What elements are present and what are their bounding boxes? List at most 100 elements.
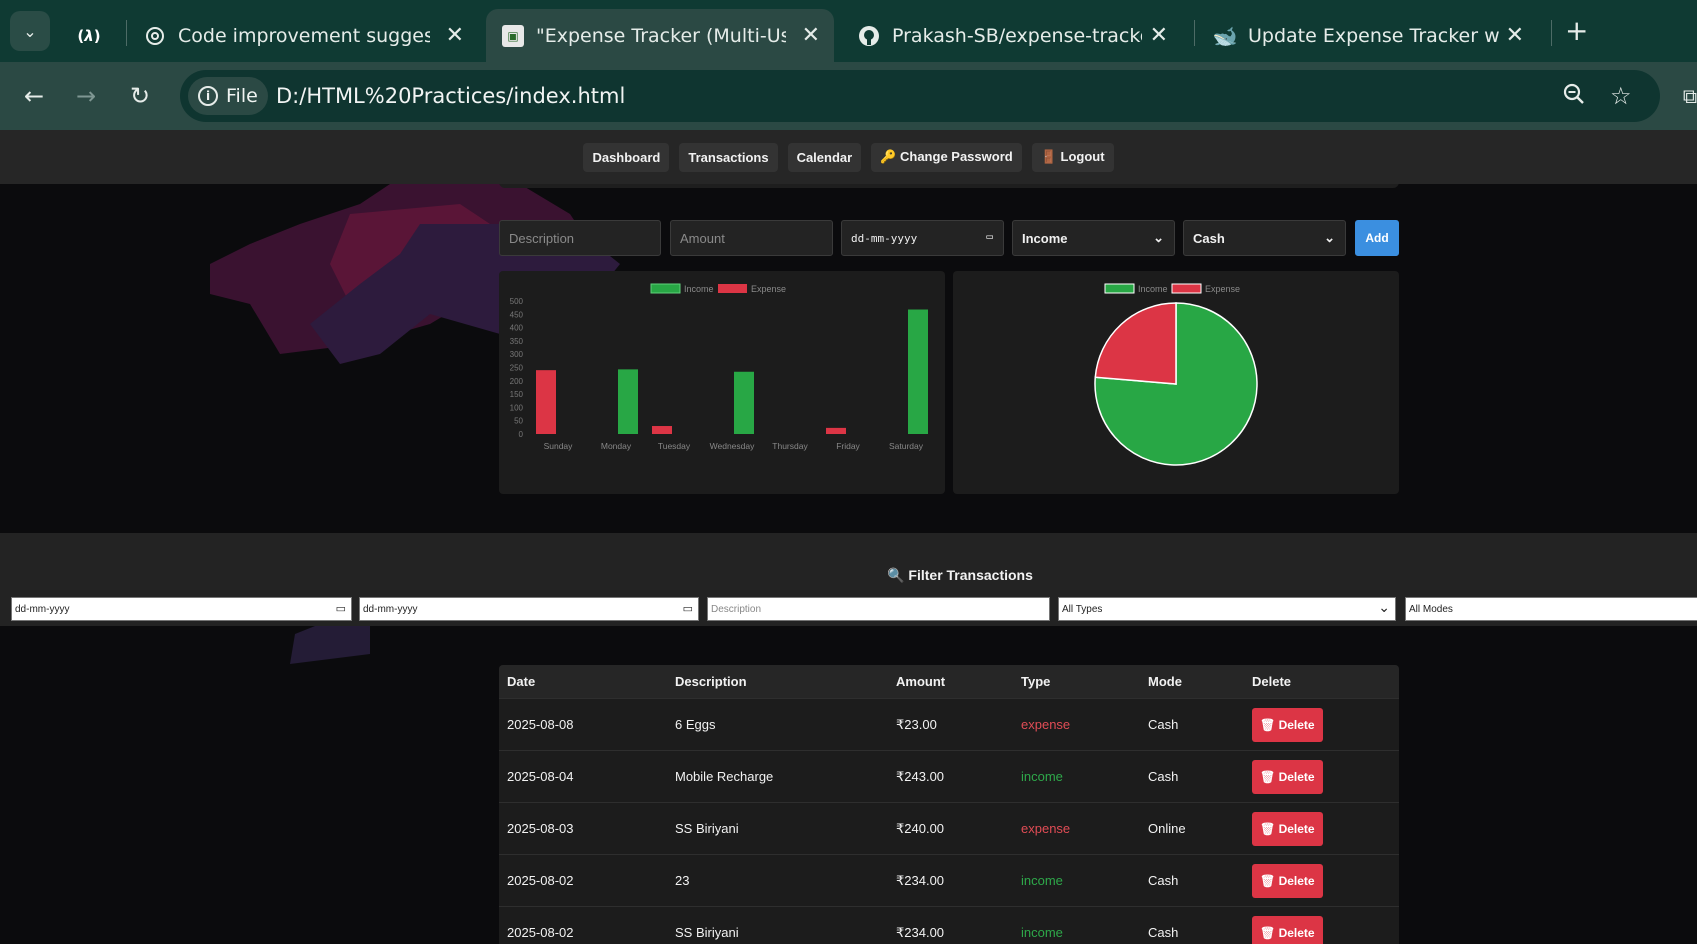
table-row: 2025-08-02 23 ₹234.00 income Cash 🗑 Dele… [499,855,1399,907]
reload-icon: ↻ [129,82,151,110]
x-tick-label: Sunday [544,441,574,451]
form-card [499,184,1399,188]
income-expense-pie-chart: Income Expense [1094,283,1258,466]
back-button[interactable]: ← [14,76,54,116]
filter-from-date[interactable]: dd-mm-yyyy ▭ [11,597,352,621]
y-tick-label: 250 [510,364,524,373]
tab-github[interactable]: Prakash-SB/expense-tracker: Th ✕ [842,9,1182,62]
row-mode: Cash [1148,717,1179,732]
tab-deepseek[interactable]: 🐋 Update Expense Tracker with Ne ✕ [1198,9,1538,62]
arrow-left-icon: ← [23,82,45,110]
bar-expense [826,427,846,434]
mode-select[interactable]: Cash ⌄ [1183,220,1346,256]
pie-chart-card: Income Expense [953,271,1399,494]
column-header[interactable]: Date [507,665,535,698]
filter-to-date[interactable]: dd-mm-yyyy ▭ [359,597,699,621]
delete-button[interactable]: 🗑 Delete [1252,915,1323,944]
description-input[interactable]: Description [499,220,661,256]
column-header[interactable]: Mode [1148,665,1182,698]
y-tick-label: 200 [510,377,524,386]
delete-button[interactable]: 🗑 Delete [1252,707,1323,742]
reload-button[interactable]: ↻ [120,76,160,116]
close-icon[interactable]: ✕ [446,23,464,48]
close-icon[interactable]: ✕ [802,23,820,48]
x-tick-label: Thursday [772,441,808,451]
new-tab-button[interactable]: + [1565,14,1588,47]
site-info-chip[interactable]: i File [188,77,268,115]
delete-button[interactable]: 🗑 Delete [1252,863,1323,898]
tab-code-improvement[interactable]: Code improvement suggestions ✕ [128,9,478,62]
row-date: 2025-08-02 [507,925,574,940]
table-row: 2025-08-08 6 Eggs ₹23.00 expense Cash 🗑 … [499,699,1399,751]
date-input[interactable]: dd-mm-yyyy ▭ [841,220,1004,256]
type-select-value: Income [1022,230,1068,246]
y-tick-label: 500 [510,297,524,306]
column-header[interactable]: Amount [896,665,945,698]
url-text[interactable]: D:/HTML%20Practices/index.html [276,84,625,108]
y-tick-label: 300 [510,350,524,359]
table-header-row: Date Description Amount Type Mode Delete [499,665,1399,699]
close-icon[interactable]: ✕ [1506,23,1524,48]
nav-change-password[interactable]: 🔑 Change Password [871,142,1022,172]
filter-type-select[interactable]: All Types ⌄ [1058,597,1396,621]
extensions-icon[interactable]: ⧉ [1670,76,1697,116]
row-type: income [1021,769,1063,784]
nav-dashboard[interactable]: Dashboard [583,142,670,172]
bar-expense [536,370,556,434]
x-tick-label: Saturday [889,441,924,451]
delete-button[interactable]: 🗑 Delete [1252,759,1323,794]
delete-button[interactable]: 🗑 Delete [1252,811,1323,846]
type-select[interactable]: Income ⌄ [1012,220,1175,256]
row-description: SS Biriyani [675,821,739,836]
add-button[interactable]: Add [1355,220,1399,256]
mode-select-value: Cash [1193,230,1225,246]
y-tick-label: 0 [519,430,524,439]
zoom-icon[interactable] [1562,82,1586,112]
amount-input[interactable]: Amount [670,220,833,256]
tab-separator [1194,20,1195,46]
filter-to-date-text: dd-mm-yyyy [363,603,418,615]
address-bar[interactable]: i File D:/HTML%20Practices/index.html ☆ [180,70,1660,122]
bar-income [908,309,928,434]
calendar-icon[interactable]: ▭ [986,230,993,243]
legend-label-income: Income [1138,284,1168,294]
tab-expense-tracker[interactable]: ▣ "Expense Tracker (Multi-User)" ✕ [486,9,834,62]
nav-transactions[interactable]: Transactions [679,142,778,172]
row-description: SS Biriyani [675,925,739,940]
close-icon[interactable]: ✕ [1150,23,1168,48]
row-delete-cell: 🗑 Delete [1252,751,1323,802]
legend-swatch-income [1104,283,1135,294]
pie-slice-expense [1094,302,1177,385]
star-icon[interactable]: ☆ [1610,82,1632,110]
calendar-icon[interactable]: ▭ [683,602,693,615]
column-header[interactable]: Description [675,665,747,698]
legend-swatch-expense [718,284,747,293]
tab-list-button[interactable]: ⌄ [10,11,50,51]
row-date: 2025-08-08 [507,717,574,732]
y-tick-label: 400 [510,324,524,333]
calendar-icon[interactable]: ▭ [336,602,346,615]
row-amount: ₹234.00 [896,924,945,940]
nav-logout[interactable]: 🚪 Logout [1031,142,1114,172]
row-mode: Online [1148,821,1186,836]
openai-icon [144,25,166,47]
legend-swatch-income [650,283,681,294]
table-row: 2025-08-04 Mobile Recharge ₹243.00 incom… [499,751,1399,803]
chevron-down-icon: ⌄ [1153,230,1164,245]
filter-mode-select[interactable]: All Modes [1405,597,1697,621]
column-header[interactable]: Type [1021,665,1050,698]
app-content: Description Amount dd-mm-yyyy ▭ Income ⌄… [0,184,1697,944]
arrow-right-icon: → [75,82,97,110]
app-navbar: Dashboard Transactions Calendar 🔑 Change… [0,130,1697,184]
row-delete-cell: 🗑 Delete [1252,855,1323,906]
forward-button[interactable]: → [66,76,106,116]
row-description: Mobile Recharge [675,769,774,784]
column-header[interactable]: Delete [1252,665,1291,698]
legend-label-expense: Expense [1205,284,1240,294]
nav-calendar[interactable]: Calendar [787,142,862,172]
tab-freecodecamp[interactable]: (λ) [62,9,124,62]
filter-description-input[interactable]: Description [707,597,1050,621]
tab-separator [126,20,127,46]
tab-separator [1551,20,1552,46]
row-date: 2025-08-02 [507,873,574,888]
